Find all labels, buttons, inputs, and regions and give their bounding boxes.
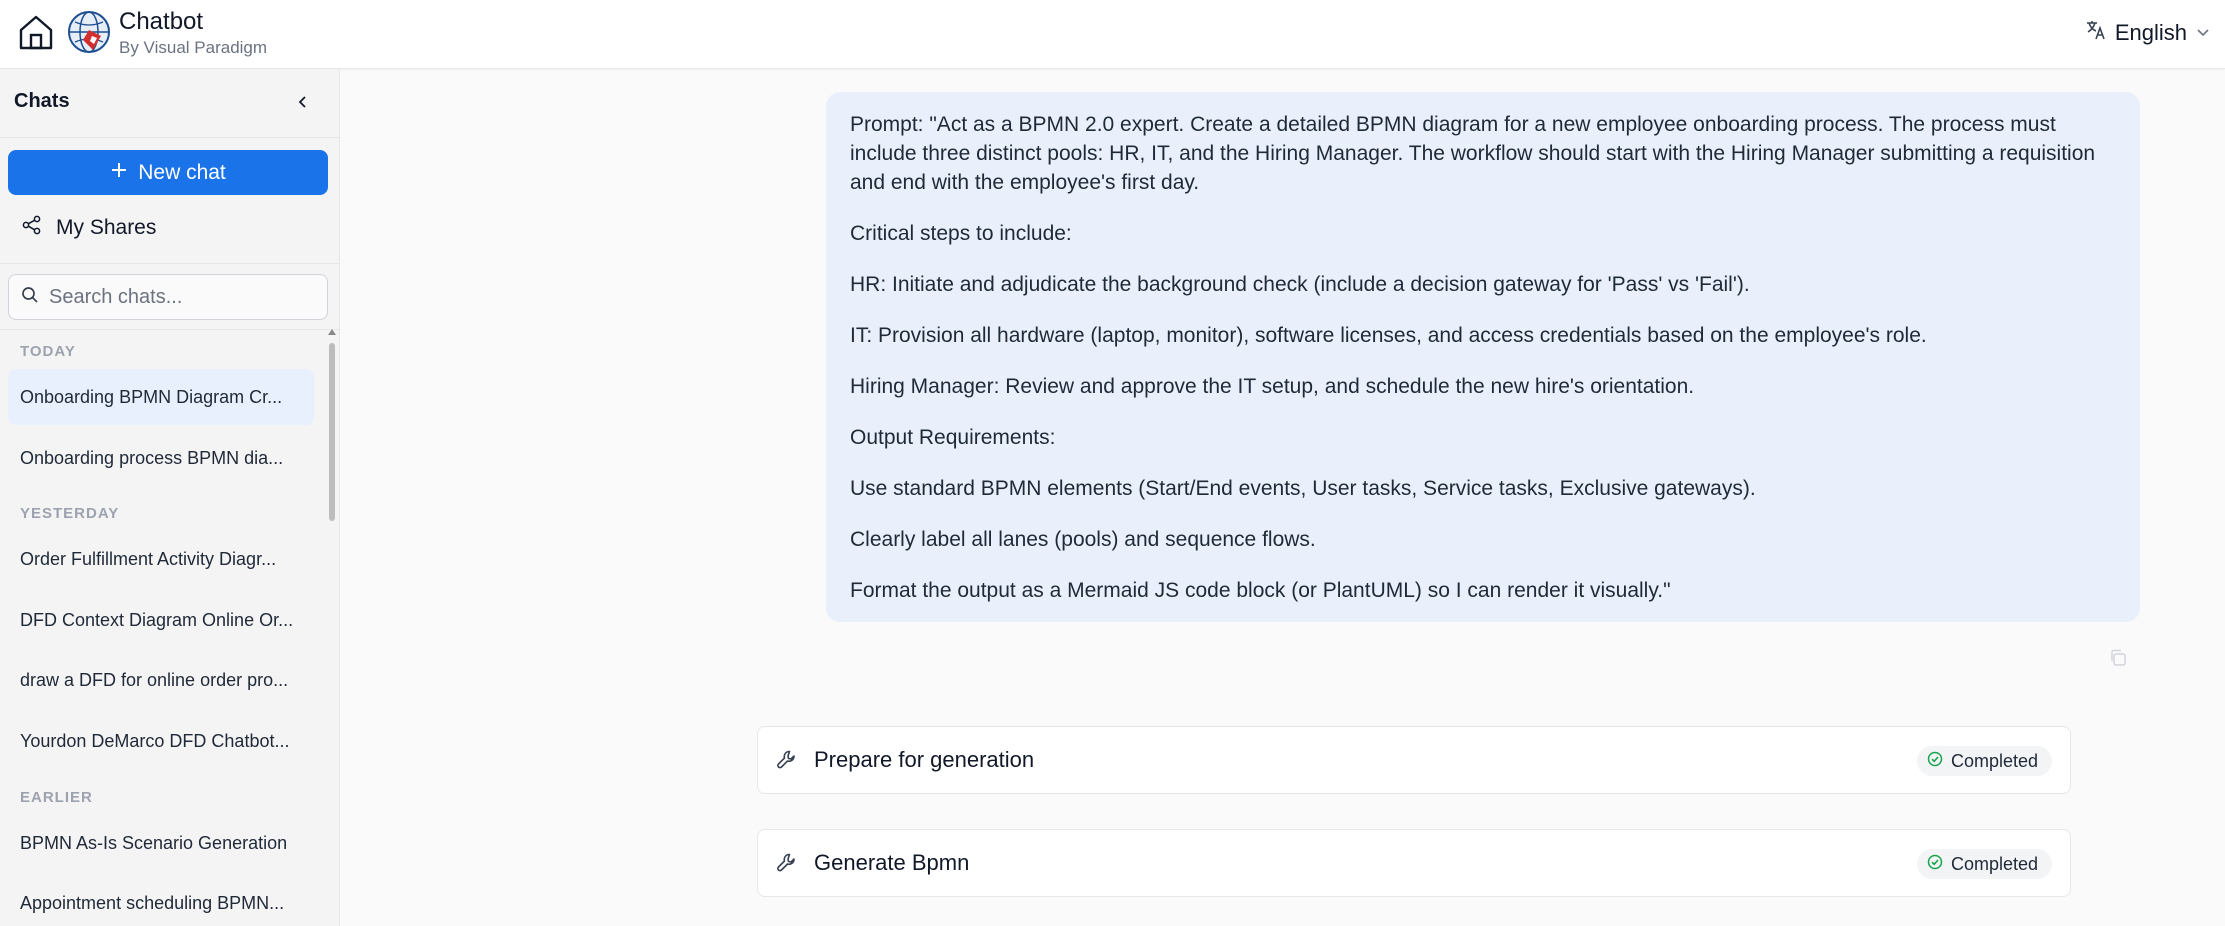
wrench-icon	[774, 850, 800, 876]
divider	[0, 329, 339, 330]
user-message-bubble: Prompt: "Act as a BPMN 2.0 expert. Creat…	[826, 92, 2140, 622]
status-badge: Completed	[1916, 849, 2052, 879]
my-shares-label: My Shares	[56, 216, 157, 239]
search-input[interactable]	[49, 285, 319, 309]
plus-icon	[110, 161, 128, 185]
status-text: Completed	[1950, 853, 2038, 874]
chat-item[interactable]: Order Fulfillment Activity Diagr...	[8, 531, 314, 587]
chat-item[interactable]: draw a DFD for online order pro...	[8, 652, 314, 708]
chat-item[interactable]: Yourdon DeMarco DFD Chatbot...	[8, 713, 314, 769]
language-selector[interactable]: English	[2085, 18, 2211, 48]
language-label: English	[2114, 20, 2187, 45]
sidebar-title: Chats	[14, 90, 70, 112]
search-box	[8, 274, 328, 320]
step-label: Generate Bpmn	[814, 850, 970, 875]
tool-step-prepare[interactable]: Prepare for generation Completed	[757, 726, 2071, 794]
chat-item[interactable]: Onboarding process BPMN dia...	[8, 430, 314, 486]
message-paragraph: HR: Initiate and adjudicate the backgrou…	[850, 273, 1750, 296]
copy-icon[interactable]	[2108, 648, 2128, 668]
new-chat-button[interactable]: New chat	[8, 150, 328, 195]
section-label-today: TODAY	[20, 343, 76, 360]
section-label-yesterday: YESTERDAY	[20, 505, 120, 522]
message-paragraph: Output Requirements:	[850, 426, 1056, 449]
translate-icon	[2085, 19, 2107, 47]
wrench-icon	[774, 747, 800, 773]
sidebar: Chats New chat My Shares TODAY Onboardin…	[0, 69, 340, 926]
status-text: Completed	[1950, 750, 2038, 771]
message-paragraph: Critical steps to include:	[850, 222, 1072, 245]
message-paragraph: Use standard BPMN elements (Start/End ev…	[850, 477, 1756, 500]
message-paragraph: Format the output as a Mermaid JS code b…	[850, 579, 1671, 602]
step-label: Prepare for generation	[814, 747, 1035, 772]
app-header: Chatbot By Visual Paradigm English	[0, 0, 2225, 69]
my-shares-link[interactable]: My Shares	[8, 203, 328, 253]
share-icon	[22, 215, 42, 241]
app-subtitle: By Visual Paradigm	[119, 38, 268, 57]
status-badge: Completed	[1916, 746, 2052, 776]
chat-item[interactable]: Appointment scheduling BPMN...	[8, 875, 314, 926]
home-icon[interactable]	[14, 10, 58, 54]
scroll-up-arrow-icon[interactable]	[328, 329, 336, 335]
collapse-sidebar-button[interactable]	[287, 86, 319, 118]
chat-item[interactable]: BPMN As-Is Scenario Generation	[8, 815, 314, 871]
new-chat-label: New chat	[138, 160, 226, 184]
app-title: Chatbot	[119, 8, 204, 35]
chevron-left-icon	[298, 96, 306, 108]
section-label-earlier: EARLIER	[20, 789, 93, 806]
chat-item[interactable]: DFD Context Diagram Online Or...	[8, 592, 314, 648]
tool-step-generate-bpmn[interactable]: Generate Bpmn Completed	[757, 829, 2071, 897]
search-icon	[21, 286, 39, 309]
sidebar-scrollbar[interactable]	[328, 329, 336, 926]
divider	[0, 263, 339, 264]
message-paragraph: Clearly label all lanes (pools) and sequ…	[850, 528, 1316, 551]
message-paragraph: IT: Provision all hardware (laptop, moni…	[850, 324, 1927, 347]
scrollbar-thumb[interactable]	[329, 343, 335, 521]
check-circle-icon	[1927, 854, 1943, 875]
divider	[0, 137, 339, 138]
check-circle-icon	[1927, 751, 1943, 772]
visual-paradigm-logo	[67, 10, 111, 54]
message-paragraph: Prompt: "Act as a BPMN 2.0 expert. Creat…	[850, 113, 2096, 194]
chat-item[interactable]: Onboarding BPMN Diagram Cr...	[8, 369, 314, 425]
message-paragraph: Hiring Manager: Review and approve the I…	[850, 375, 1695, 398]
chevron-down-icon	[2195, 20, 2211, 46]
